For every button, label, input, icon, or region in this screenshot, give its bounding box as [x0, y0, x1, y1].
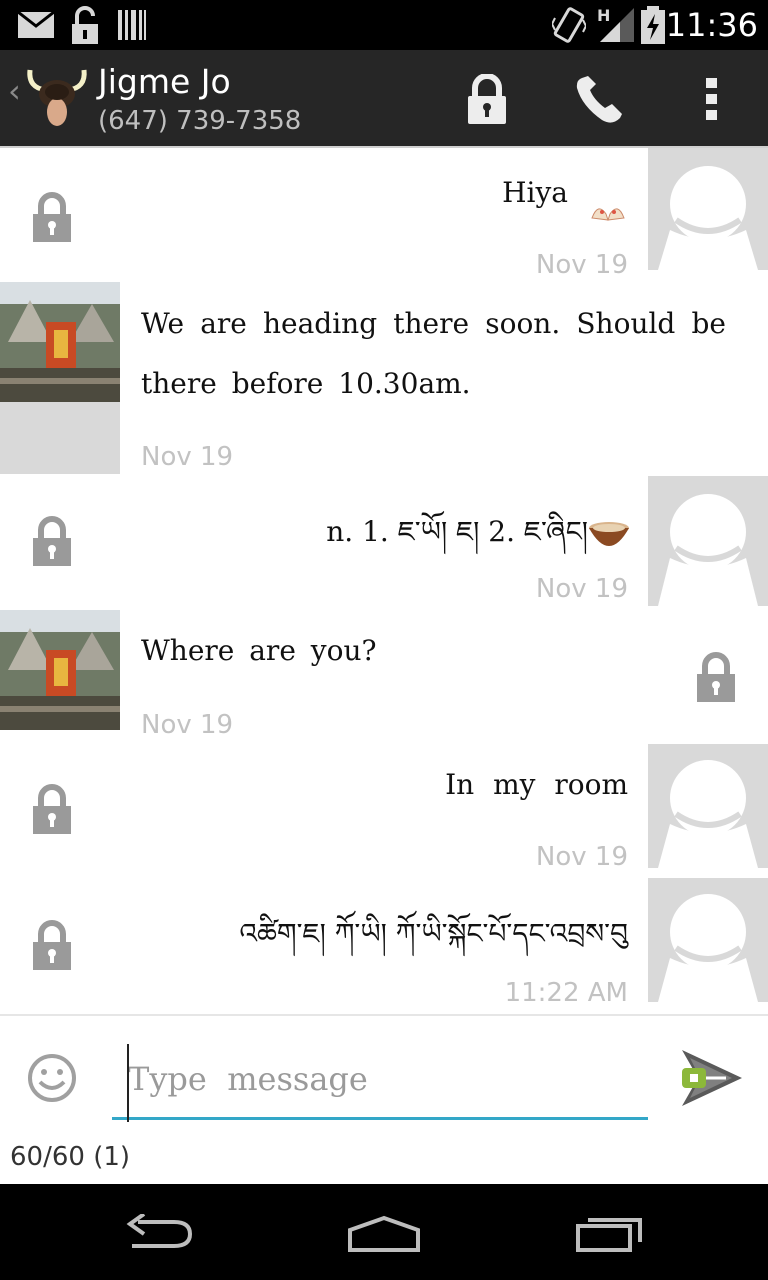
back-button[interactable]	[124, 1214, 196, 1254]
default-person-icon	[658, 166, 758, 270]
contact-photo-avatar	[0, 282, 120, 402]
overflow-menu-button[interactable]	[700, 76, 724, 122]
compose-bar: 60/60 (1)	[0, 1014, 768, 1186]
chevron-left-icon: ‹	[8, 72, 21, 110]
message-text: འཚིག་ཇ། ཀོ་ཡི། ཀོ་ཡི་སྐོང་པོ་དང་འབྲས་བུ	[239, 917, 628, 950]
message-item[interactable]: In my room Nov 19	[0, 744, 768, 880]
lock-icon	[33, 920, 71, 970]
sender-avatar	[648, 744, 768, 868]
sender-avatar	[648, 878, 768, 1002]
battery-icon	[641, 6, 665, 44]
message-text: In my room	[445, 768, 628, 801]
contact-photo-avatar	[0, 610, 120, 730]
message-text: Where are you?	[141, 634, 377, 667]
signal-strength-icon	[600, 8, 634, 42]
message-item[interactable]: འཚིག་ཇ། ཀོ་ཡི། ཀོ་ཡི་སྐོང་པོ་དང་འབྲས་བུ …	[0, 878, 768, 1014]
lock-icon	[33, 516, 71, 566]
message-item[interactable]: n. 1. ཇ་ཡོ། ཇ། 2. ཇ་ཞིང། Nov 19	[0, 476, 768, 612]
message-date: Nov 19	[535, 842, 628, 872]
contact-avatar-icon	[27, 69, 87, 126]
contact-phone: (647) 739-7358	[98, 106, 302, 136]
system-navigation-bar	[0, 1184, 768, 1280]
default-person-icon	[658, 894, 758, 1002]
message-text: n. 1. ཇ་ཡོ། ཇ། 2. ཇ་ཞིང།	[326, 515, 588, 548]
sender-avatar	[648, 476, 768, 606]
action-bar: ‹ Jigme Jo (647) 739-7358	[0, 50, 768, 146]
message-list[interactable]: Hiya Nov 19 We are heading there soon. S…	[0, 146, 768, 1016]
default-person-icon	[658, 494, 758, 606]
contact-name: Jigme Jo	[98, 62, 231, 101]
message-date: Nov 19	[141, 710, 234, 740]
praying-hands-icon	[591, 208, 625, 221]
send-button[interactable]	[680, 1048, 744, 1108]
lock-icon	[33, 192, 71, 242]
status-bar: H 11:36	[0, 0, 768, 50]
message-input[interactable]	[112, 1040, 648, 1120]
call-button[interactable]	[574, 74, 626, 124]
tea-bowl-icon	[589, 522, 629, 546]
email-notification-icon	[18, 12, 54, 38]
message-date: 11:22 AM	[504, 978, 628, 1008]
vibrate-icon	[552, 7, 586, 43]
text-cursor	[127, 1044, 129, 1122]
lock-icon	[33, 784, 71, 834]
sender-avatar	[648, 148, 768, 270]
home-button[interactable]	[346, 1214, 422, 1254]
message-date: Nov 19	[535, 574, 628, 604]
up-navigation-button[interactable]: ‹	[0, 50, 96, 146]
message-item[interactable]: Hiya Nov 19	[0, 148, 768, 284]
message-date: Nov 19	[141, 442, 234, 472]
message-text: We are heading there soon. Should be the…	[141, 307, 726, 400]
avatar-placeholder-area	[0, 402, 120, 474]
default-person-icon	[658, 760, 758, 868]
unlocked-notification-icon	[72, 6, 98, 44]
clock: 11:36	[665, 6, 758, 44]
encryption-lock-button[interactable]	[466, 74, 508, 124]
message-item[interactable]: We are heading there soon. Should be the…	[0, 282, 768, 478]
message-text: Hiya	[502, 176, 568, 209]
character-counter: 60/60 (1)	[10, 1142, 131, 1172]
message-item[interactable]: Where are you? Nov 19	[0, 610, 768, 746]
barcode-notification-icon	[118, 10, 146, 40]
emoji-button[interactable]	[26, 1052, 78, 1104]
recent-apps-button[interactable]	[574, 1214, 646, 1254]
message-date: Nov 19	[535, 250, 628, 280]
lock-icon	[697, 652, 735, 702]
